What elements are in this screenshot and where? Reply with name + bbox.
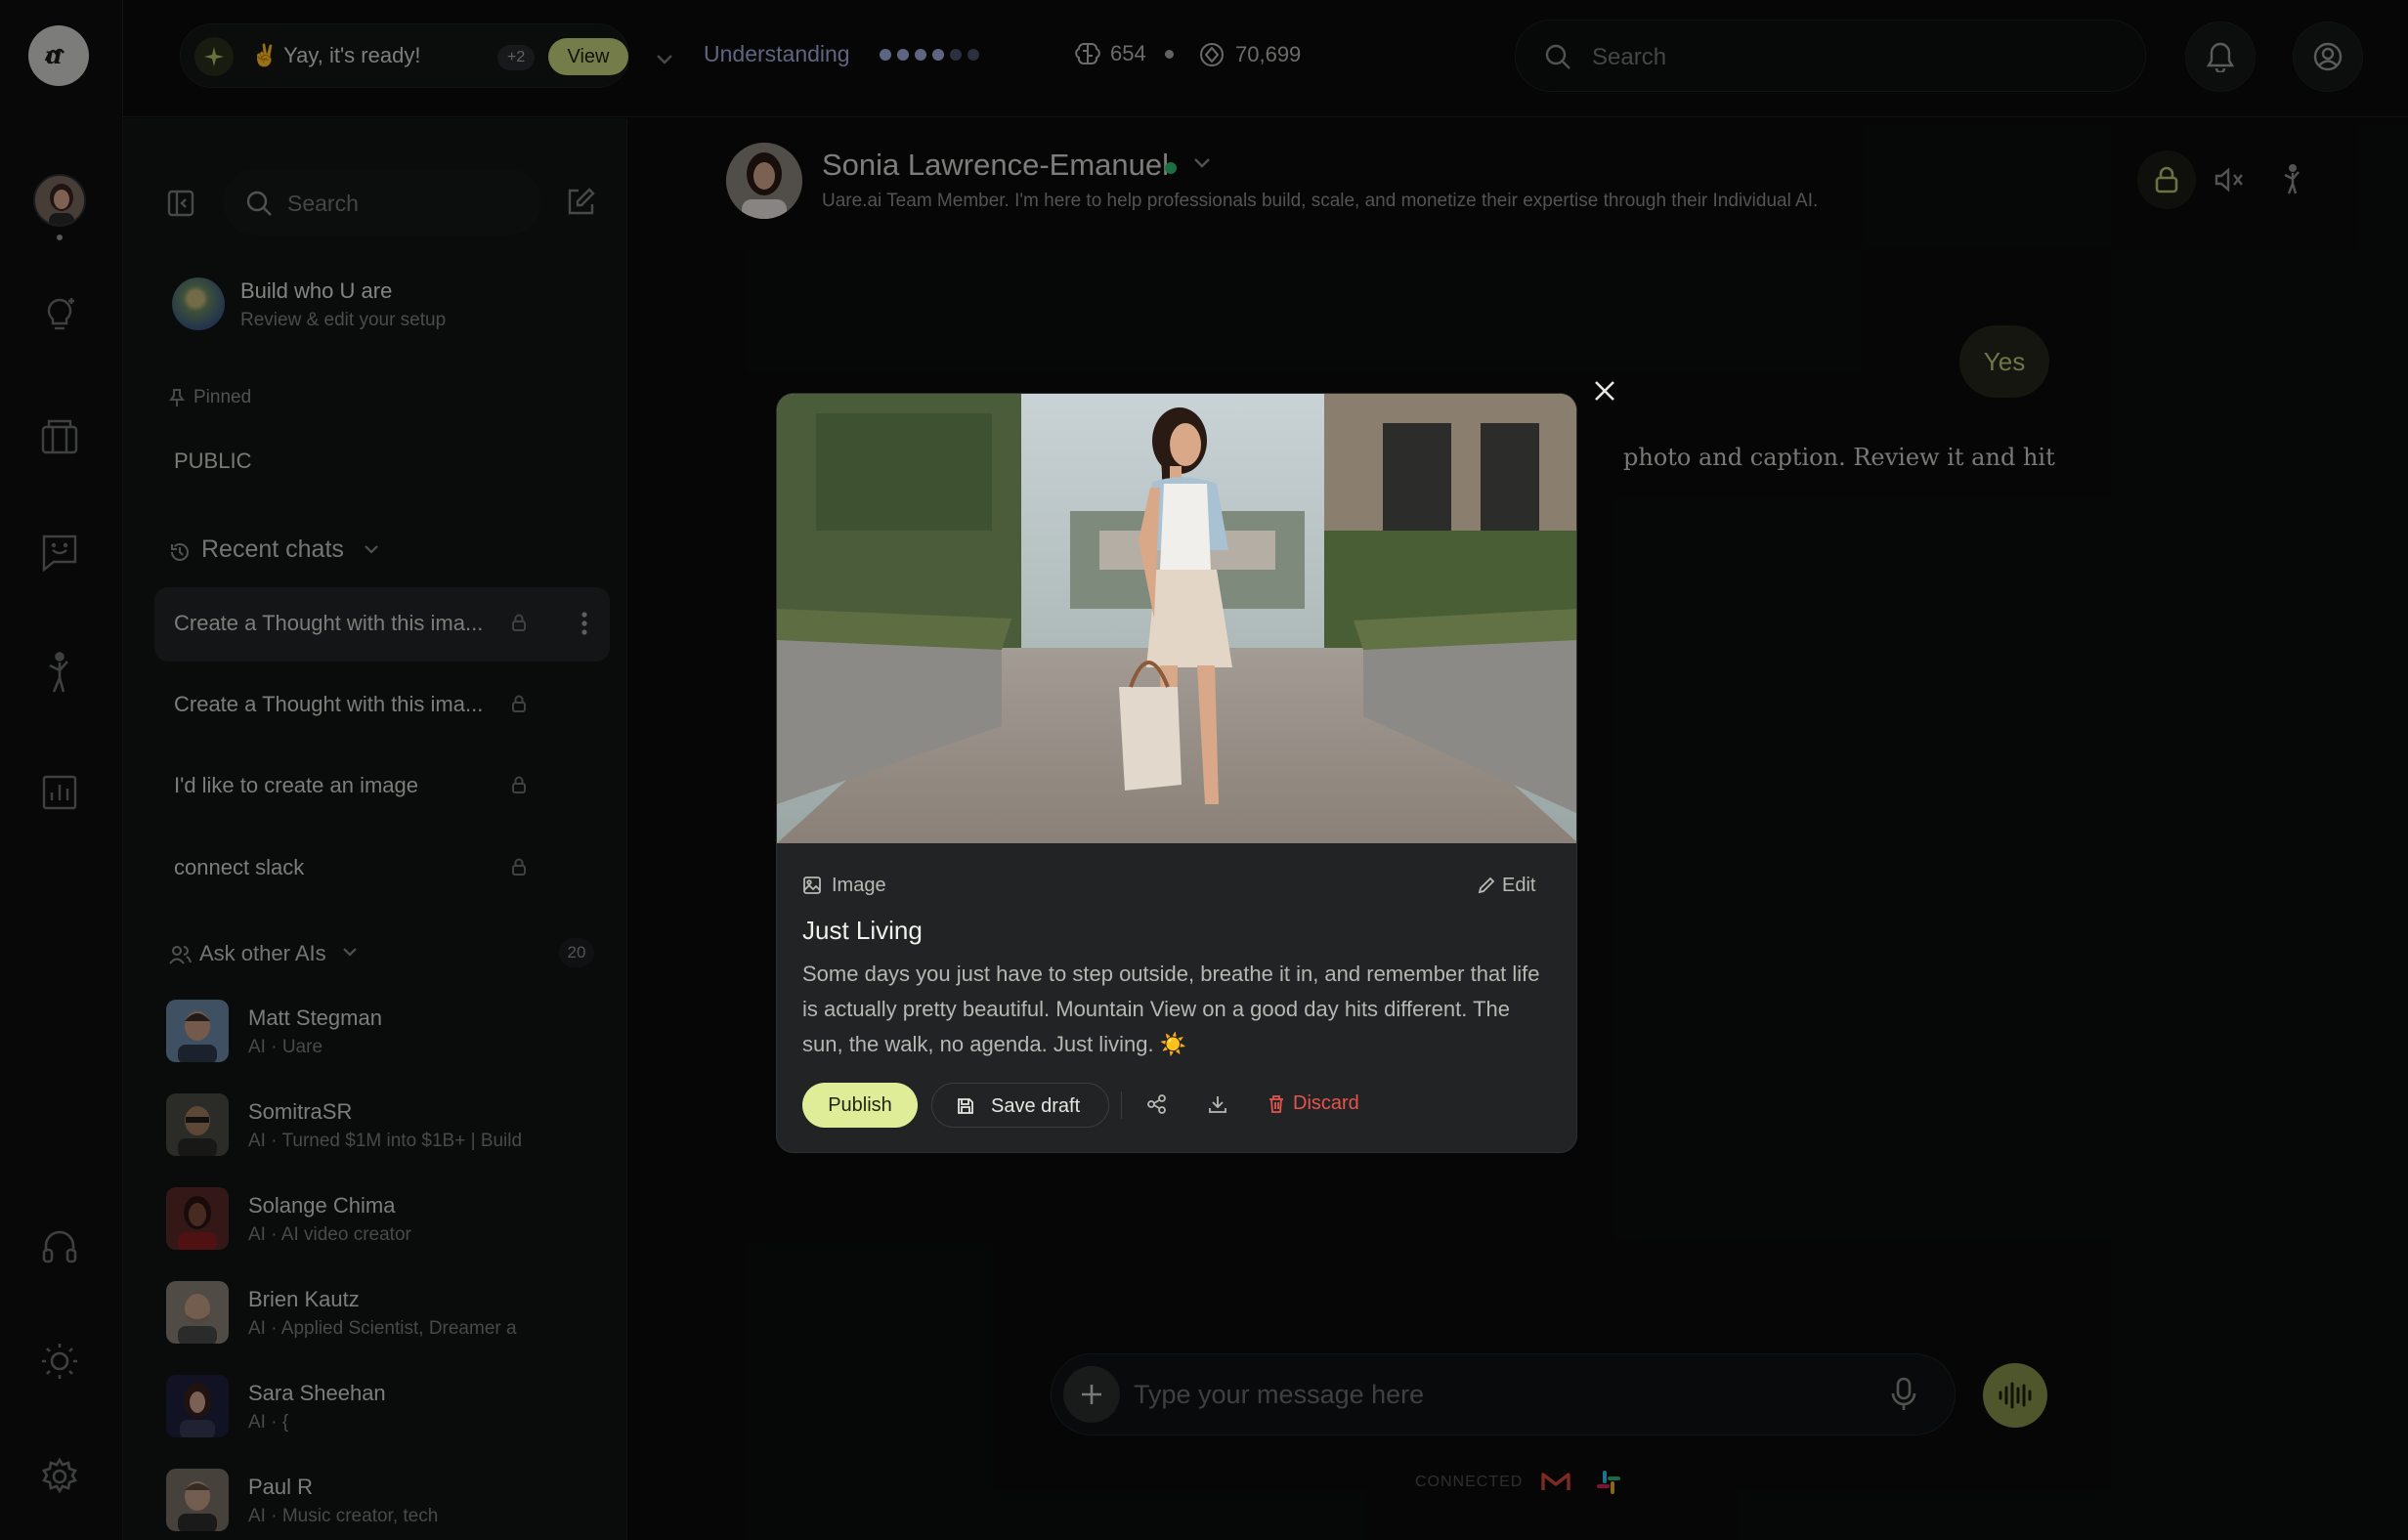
trash-icon	[1269, 1094, 1283, 1113]
discard-label: Discard	[1293, 1092, 1359, 1114]
save-draft-button[interactable]: Save draft	[931, 1083, 1109, 1128]
save-draft-label: Save draft	[991, 1095, 1081, 1117]
thought-caption: Some days you just have to step outside,…	[802, 962, 1540, 1056]
thought-image	[777, 394, 1576, 843]
save-icon	[956, 1096, 975, 1116]
thought-title: Just Living	[802, 916, 923, 945]
discard-button[interactable]: Discard	[1268, 1092, 1359, 1115]
download-icon[interactable]	[1207, 1093, 1228, 1115]
close-icon[interactable]	[1587, 373, 1622, 408]
media-type-label: Image	[832, 875, 886, 896]
image-icon	[802, 876, 822, 895]
pencil-icon[interactable]	[1477, 876, 1496, 895]
publish-button[interactable]: Publish	[802, 1083, 918, 1128]
share-icon[interactable]	[1146, 1093, 1168, 1115]
divider	[1121, 1091, 1122, 1119]
edit-button[interactable]: Edit	[1502, 875, 1535, 897]
thought-preview-modal: Image Edit Just Living Some days you jus…	[776, 393, 1577, 1153]
